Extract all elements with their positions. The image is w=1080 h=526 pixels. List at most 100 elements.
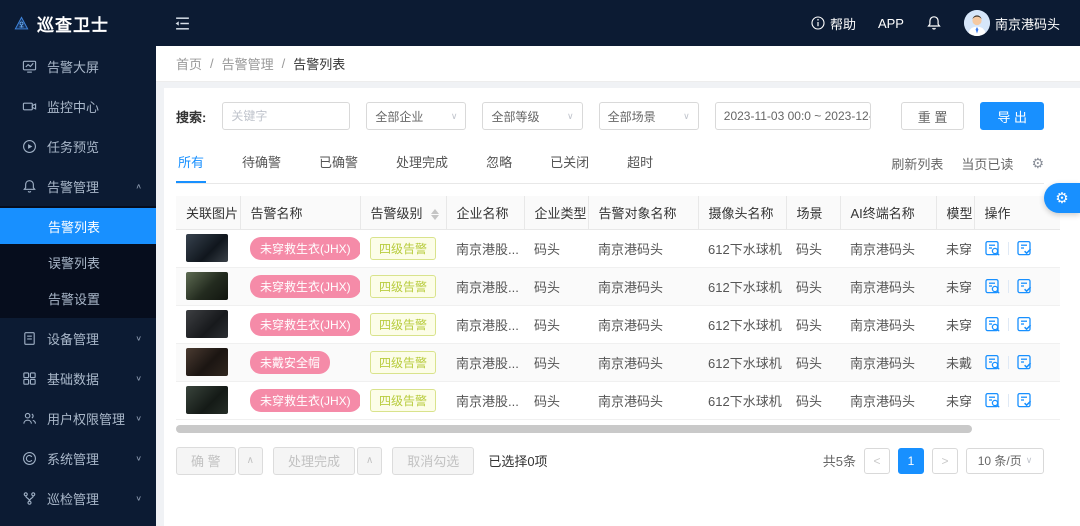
- sidebar-item-basic-data[interactable]: 基础数据 ∨: [0, 358, 156, 398]
- users-icon: [23, 412, 36, 424]
- subitem-label: 误警列表: [48, 255, 101, 271]
- process-alarm-icon[interactable]: [1016, 392, 1033, 409]
- process-done-button[interactable]: 处理完成: [272, 446, 355, 475]
- table-row[interactable]: 未穿救生衣(JHX) 四级告警 南京港股... 码头 南京港码头 612下水球机…: [176, 229, 1060, 268]
- chevron-down-icon: ∨: [135, 493, 142, 502]
- company-type-cell: 码头: [524, 343, 588, 382]
- company-cell: 南京港股...: [446, 267, 524, 306]
- company-select[interactable]: 全部企业 ∨: [366, 102, 467, 130]
- alarm-thumbnail[interactable]: [186, 310, 228, 338]
- prev-page-button[interactable]: <: [864, 447, 890, 474]
- sidebar-subitem-alarm-settings[interactable]: 告警设置: [0, 280, 156, 316]
- alarm-thumbnail[interactable]: [186, 272, 228, 300]
- breadcrumb-separator: /: [210, 56, 214, 71]
- column-settings-gear-icon[interactable]: ⚙: [1031, 155, 1044, 172]
- confirm-alarm-button[interactable]: 确 警: [176, 446, 236, 475]
- view-detail-icon[interactable]: [984, 278, 1001, 295]
- sidebar-item-system-management[interactable]: 系统管理 ∨: [0, 438, 156, 478]
- sort-icon[interactable]: [431, 208, 440, 220]
- topbar: 帮助 APP 南京港码头: [156, 0, 1080, 46]
- sidebar-item-alarm-bigscreen[interactable]: 告警大屏: [0, 46, 156, 86]
- process-alarm-icon[interactable]: [1016, 278, 1033, 295]
- tab-all[interactable]: 所有: [176, 144, 207, 183]
- scene-select[interactable]: 全部场景 ∨: [598, 102, 699, 130]
- confirm-alarm-dropdown[interactable]: ∧: [237, 446, 263, 475]
- sidebar-item-task-preview[interactable]: 任务预览: [0, 126, 156, 166]
- export-button[interactable]: 导 出: [980, 102, 1044, 130]
- scene-cell: 码头: [786, 381, 840, 420]
- tab-pending-confirm[interactable]: 待确警: [240, 144, 283, 183]
- avatar: [963, 10, 990, 36]
- breadcrumb-alarm-management[interactable]: 告警管理: [222, 54, 274, 73]
- process-done-dropdown[interactable]: ∧: [356, 446, 383, 475]
- sidebar-subitem-alarm-list[interactable]: 告警列表: [0, 208, 156, 244]
- col-header-camera: 摄像头名称: [698, 196, 787, 230]
- view-detail-icon[interactable]: [984, 316, 1001, 333]
- table-row[interactable]: 未穿救生衣(JHX) 四级告警 南京港股... 码头 南京港码头 612下水球机…: [176, 305, 1060, 344]
- uncheck-button[interactable]: 取消勾选: [392, 446, 475, 475]
- reset-button[interactable]: 重 置: [900, 102, 965, 130]
- help-link[interactable]: 帮助: [811, 14, 856, 33]
- terminal-cell: 南京港码头: [840, 305, 936, 344]
- tab-processed[interactable]: 处理完成: [394, 144, 450, 183]
- sidebar-item-label: 任务预览: [47, 139, 100, 155]
- col-header-alarm-level[interactable]: 告警级别: [360, 196, 447, 230]
- company-select-value: 全部企业: [375, 109, 424, 124]
- table-row[interactable]: 未戴安全帽 四级告警 南京港股... 码头 南京港码头 612下水球机 码头 南…: [176, 343, 1060, 382]
- sidebar-subitem-false-alarm-list[interactable]: 误警列表: [0, 244, 156, 280]
- target-cell: 南京港码头: [588, 267, 698, 306]
- app-link[interactable]: APP: [878, 16, 904, 31]
- alarm-thumbnail[interactable]: [186, 386, 228, 414]
- horizontal-scrollbar[interactable]: [176, 424, 972, 433]
- menu-collapse-icon[interactable]: [174, 15, 191, 32]
- sidebar-item-monitor-center[interactable]: 监控中心: [0, 86, 156, 126]
- company-cell: 南京港股...: [446, 381, 524, 420]
- sidebar-item-user-permissions[interactable]: 用户权限管理 ∨: [0, 398, 156, 438]
- tab-confirmed[interactable]: 已确警: [317, 144, 360, 183]
- next-page-button[interactable]: >: [932, 447, 958, 474]
- company-cell: 南京港股...: [446, 305, 524, 344]
- date-range-picker[interactable]: 2023-11-03 00:0 ~ 2023-12-03 23:5: [714, 102, 871, 130]
- tab-timeout[interactable]: 超时: [625, 144, 655, 183]
- scene-cell: 码头: [786, 267, 840, 306]
- view-detail-icon[interactable]: [984, 240, 1001, 257]
- mark-page-read-link[interactable]: 当页已读: [961, 154, 1013, 173]
- tab-closed[interactable]: 已关闭: [548, 144, 591, 183]
- page-number-current[interactable]: 1: [898, 447, 924, 474]
- terminal-cell: 南京港码头: [840, 267, 936, 306]
- theme-settings-button[interactable]: ⚙: [1044, 183, 1080, 213]
- process-alarm-icon[interactable]: [1016, 354, 1033, 371]
- view-detail-icon[interactable]: [984, 392, 1001, 409]
- process-alarm-icon[interactable]: [1016, 240, 1033, 257]
- sidebar-item-alarm-management[interactable]: 告警管理 ∧: [0, 166, 156, 206]
- breadcrumb-home[interactable]: 首页: [176, 54, 202, 73]
- branch-icon: [23, 491, 36, 505]
- sidebar-item-device-management[interactable]: 设备管理 ∨: [0, 318, 156, 358]
- divider: [1008, 317, 1009, 331]
- process-alarm-icon[interactable]: [1016, 316, 1033, 333]
- table-row[interactable]: 未穿救生衣(JHX) 四级告警 南京港股... 码头 南京港码头 612下水球机…: [176, 267, 1060, 306]
- table-row[interactable]: 未穿救生衣(JHX) 四级告警 南京港股... 码头 南京港码头 612下水球机…: [176, 381, 1060, 420]
- user-menu[interactable]: 南京港码头: [963, 10, 1060, 36]
- terminal-cell: 南京港码头: [840, 381, 936, 420]
- keyword-input[interactable]: [222, 102, 351, 130]
- breadcrumb-separator: /: [281, 56, 286, 71]
- camera-cell: 612下水球机: [698, 305, 786, 344]
- sidebar-item-label: 监控中心: [47, 99, 100, 115]
- col-header-company: 企业名称: [446, 196, 525, 230]
- level-select[interactable]: 全部等级 ∨: [482, 102, 583, 130]
- camera-cell: 612下水球机: [698, 381, 786, 420]
- view-detail-icon[interactable]: [984, 354, 1001, 371]
- alarm-thumbnail[interactable]: [186, 348, 228, 376]
- alarm-level-badge: 四级告警: [370, 236, 437, 260]
- sidebar-item-label: 巡检管理: [47, 491, 100, 507]
- notification-bell[interactable]: [926, 15, 942, 31]
- page-size-select[interactable]: 10 条/页 ∨: [966, 447, 1044, 474]
- model-cell: 未穿: [936, 381, 974, 420]
- terminal-cell: 南京港码头: [840, 343, 936, 382]
- tab-ignored[interactable]: 忽略: [484, 144, 514, 183]
- filter-row: 搜索: 全部企业 ∨ 全部等级 ∨ 全部场景 ∨ 2023-11-03 00:0…: [176, 102, 1044, 130]
- sidebar-item-patrol-management[interactable]: 巡检管理 ∨: [0, 478, 156, 518]
- alarm-thumbnail[interactable]: [186, 234, 228, 262]
- refresh-list-link[interactable]: 刷新列表: [891, 154, 943, 173]
